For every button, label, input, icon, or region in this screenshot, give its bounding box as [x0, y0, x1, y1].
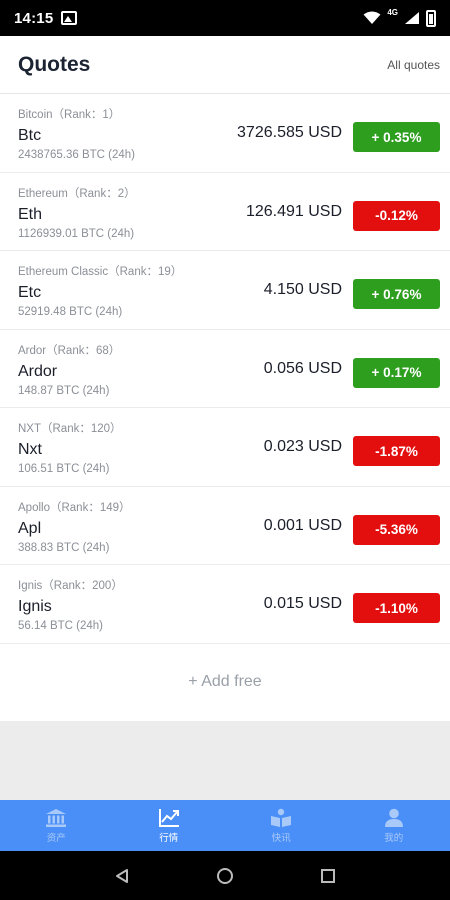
recents-square-icon	[321, 868, 336, 883]
add-free-button[interactable]: + Add free	[0, 644, 450, 721]
status-time: 14:15	[14, 9, 54, 27]
battery-icon	[426, 9, 436, 27]
nav-label: 我的	[384, 832, 404, 844]
nav-label: 快讯	[271, 832, 291, 844]
quotes-list: Bitcoin（Rank：1） Btc 2438765.36 BTC (24h)…	[0, 94, 450, 721]
coin-price: 126.491 USD	[245, 202, 342, 220]
coin-name-rank: Ignis（Rank：200）	[18, 580, 123, 592]
quote-row-nxt[interactable]: NXT（Rank：120） Nxt 106.51 BTC (24h) 0.023…	[0, 408, 450, 487]
change-badge[interactable]: + 0.35%	[353, 122, 440, 152]
nav-item-profile[interactable]: 我的	[338, 800, 450, 851]
nav-label: 行情	[159, 832, 179, 844]
coin-price: 3726.585 USD	[237, 124, 342, 141]
quote-row-eth[interactable]: Ethereum（Rank：2） Eth 1126939.01 BTC (24h…	[0, 173, 450, 251]
page-header: Quotes All quotes	[0, 36, 450, 94]
coin-name-rank: Apollo（Rank：149）	[18, 501, 131, 514]
coin-name-rank: Ethereum Classic（Rank：19）	[18, 266, 183, 278]
quote-row-etc[interactable]: Ethereum Classic（Rank：19） Etc 52919.48 B…	[0, 251, 450, 330]
coin-price: 0.015 USD	[263, 595, 342, 612]
bank-icon	[46, 808, 67, 827]
system-nav-bar	[0, 851, 450, 900]
change-badge[interactable]: -0.12%	[353, 200, 440, 231]
image-notification-icon	[61, 11, 78, 25]
nav-label: 资产	[46, 832, 66, 844]
quote-row-apl[interactable]: Apollo（Rank：149） Apl 388.83 BTC (24h) 0.…	[0, 487, 450, 565]
back-triangle-icon	[115, 868, 128, 883]
wifi-icon	[363, 11, 381, 24]
coin-price: 0.056 USD	[263, 359, 342, 377]
user-icon	[384, 808, 403, 827]
chart-icon	[158, 808, 179, 827]
network-type-label: 4G	[387, 7, 398, 17]
book-reader-icon	[271, 808, 292, 827]
quote-row-ardor[interactable]: Ardor（Rank：68） Ardor 148.87 BTC (24h) 0.…	[0, 330, 450, 408]
change-badge[interactable]: -1.10%	[353, 593, 440, 623]
quote-row-ignis[interactable]: Ignis（Rank：200） Ignis 56.14 BTC (24h) 0.…	[0, 565, 450, 644]
home-button[interactable]	[205, 856, 245, 896]
page-title: Quotes	[18, 52, 91, 76]
nav-item-news[interactable]: 快讯	[225, 800, 338, 851]
back-button[interactable]	[102, 856, 142, 896]
cell-signal-icon	[405, 12, 419, 24]
change-badge[interactable]: -1.87%	[353, 436, 440, 466]
nav-item-assets[interactable]: 资产	[0, 800, 113, 851]
status-bar: 14:15 4G	[0, 0, 450, 36]
coin-name-rank: Bitcoin（Rank：1）	[18, 109, 121, 121]
status-icons: 4G	[363, 7, 436, 27]
coin-price: 0.023 USD	[263, 438, 342, 455]
quote-row-btc[interactable]: Bitcoin（Rank：1） Btc 2438765.36 BTC (24h)…	[0, 94, 450, 173]
coin-name-rank: NXT（Rank：120）	[18, 423, 122, 435]
coin-price: 4.150 USD	[263, 281, 342, 298]
nav-item-quotes[interactable]: 行情	[113, 800, 226, 851]
recents-button[interactable]	[308, 856, 348, 896]
home-circle-icon	[216, 867, 233, 884]
change-badge[interactable]: + 0.17%	[353, 357, 440, 388]
bottom-nav: 资产 行情 快讯 我的	[0, 800, 450, 851]
change-badge[interactable]: + 0.76%	[353, 279, 440, 309]
coin-name-rank: Ardor（Rank：68）	[18, 344, 121, 357]
all-quotes-link[interactable]: All quotes	[387, 58, 440, 72]
change-badge[interactable]: -5.36%	[353, 514, 440, 545]
coin-name-rank: Ethereum（Rank：2）	[18, 187, 136, 200]
coin-price: 0.001 USD	[263, 516, 342, 534]
